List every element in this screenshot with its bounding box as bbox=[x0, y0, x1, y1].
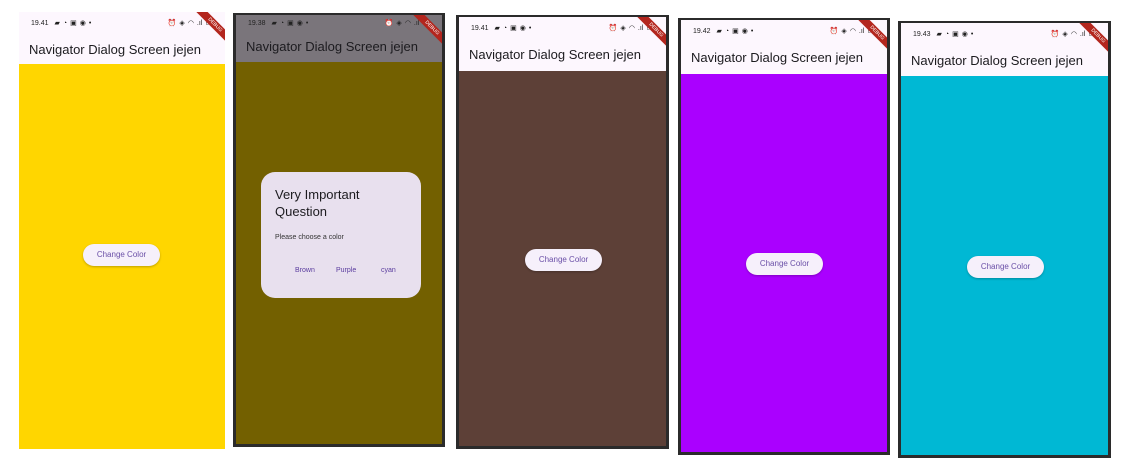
app-bar-title: Navigator Dialog Screen jejen bbox=[691, 49, 863, 65]
phone-screen-dialog: 19.38 ▰◔▣◉• ⏰◈◠.ıl▭ DEBUG Navigator Dial… bbox=[233, 13, 445, 447]
status-time: 19.38 bbox=[248, 19, 266, 27]
notification-icons: ▰ ◔ ▣ ◉ • bbox=[494, 25, 532, 32]
status-time: 19.41 bbox=[31, 19, 49, 27]
option-brown-button[interactable]: Brown bbox=[295, 267, 315, 274]
phone-screen-brown: 19.41 ▰◔▣◉• ⏰◈◠.ıl▭ DEBUG Navigator Dial… bbox=[456, 15, 669, 449]
dialog-message: Please choose a color bbox=[275, 234, 344, 241]
status-time: 19.41 bbox=[471, 24, 489, 32]
notification-icons: ▰ ◔ ▣ ◉ • bbox=[936, 31, 974, 38]
color-dialog: Very Important Question Please choose a … bbox=[261, 172, 421, 298]
status-bar: 19.43 ▰◔▣◉• ⏰◈◠.ıl▭ bbox=[901, 23, 1108, 45]
change-color-button[interactable]: Change Color bbox=[746, 253, 823, 275]
status-bar: 19.38 ▰◔▣◉• ⏰◈◠.ıl▭ bbox=[236, 15, 442, 31]
option-purple-button[interactable]: Purple bbox=[336, 267, 356, 274]
status-bar: 19.41 ▰◔▣◉• ⏰◈◠.ıl▭ bbox=[459, 17, 666, 39]
app-bar-title: Navigator Dialog Screen jejen bbox=[469, 46, 641, 62]
phone-screen-purple: 19.42 ▰◔▣◉• ⏰◈◠.ıl▭ DEBUG Navigator Dial… bbox=[678, 18, 890, 455]
change-color-button[interactable]: Change Color bbox=[967, 256, 1044, 278]
status-time: 19.42 bbox=[693, 27, 711, 35]
option-cyan-button[interactable]: cyan bbox=[381, 267, 396, 274]
phone-screen-yellow: 19.41 ▰◔▣◉• ⏰◈◠.ıl▭ DEBUG Navigator Dial… bbox=[19, 12, 225, 449]
status-bar: 19.41 ▰◔▣◉• ⏰◈◠.ıl▭ bbox=[19, 12, 225, 34]
status-time: 19.43 bbox=[913, 30, 931, 38]
dialog-title: Very Important Question bbox=[275, 187, 360, 219]
app-bar-title: Navigator Dialog Screen jejen bbox=[29, 41, 201, 57]
notification-icons: ▰ ◔ ▣ ◉ • bbox=[271, 20, 309, 27]
phone-screen-cyan: 19.43 ▰◔▣◉• ⏰◈◠.ıl▭ DEBUG Navigator Dial… bbox=[898, 21, 1111, 458]
notification-icons: ▰ ◔ ▣ ◉ • bbox=[54, 20, 92, 27]
app-bar-title: Navigator Dialog Screen jejen bbox=[911, 52, 1083, 68]
app-bar-title: Navigator Dialog Screen jejen bbox=[246, 38, 418, 54]
change-color-button[interactable]: Change Color bbox=[83, 244, 160, 266]
change-color-button[interactable]: Change Color bbox=[525, 249, 602, 271]
notification-icons: ▰ ◔ ▣ ◉ • bbox=[716, 28, 754, 35]
status-bar: 19.42 ▰◔▣◉• ⏰◈◠.ıl▭ bbox=[681, 20, 887, 42]
